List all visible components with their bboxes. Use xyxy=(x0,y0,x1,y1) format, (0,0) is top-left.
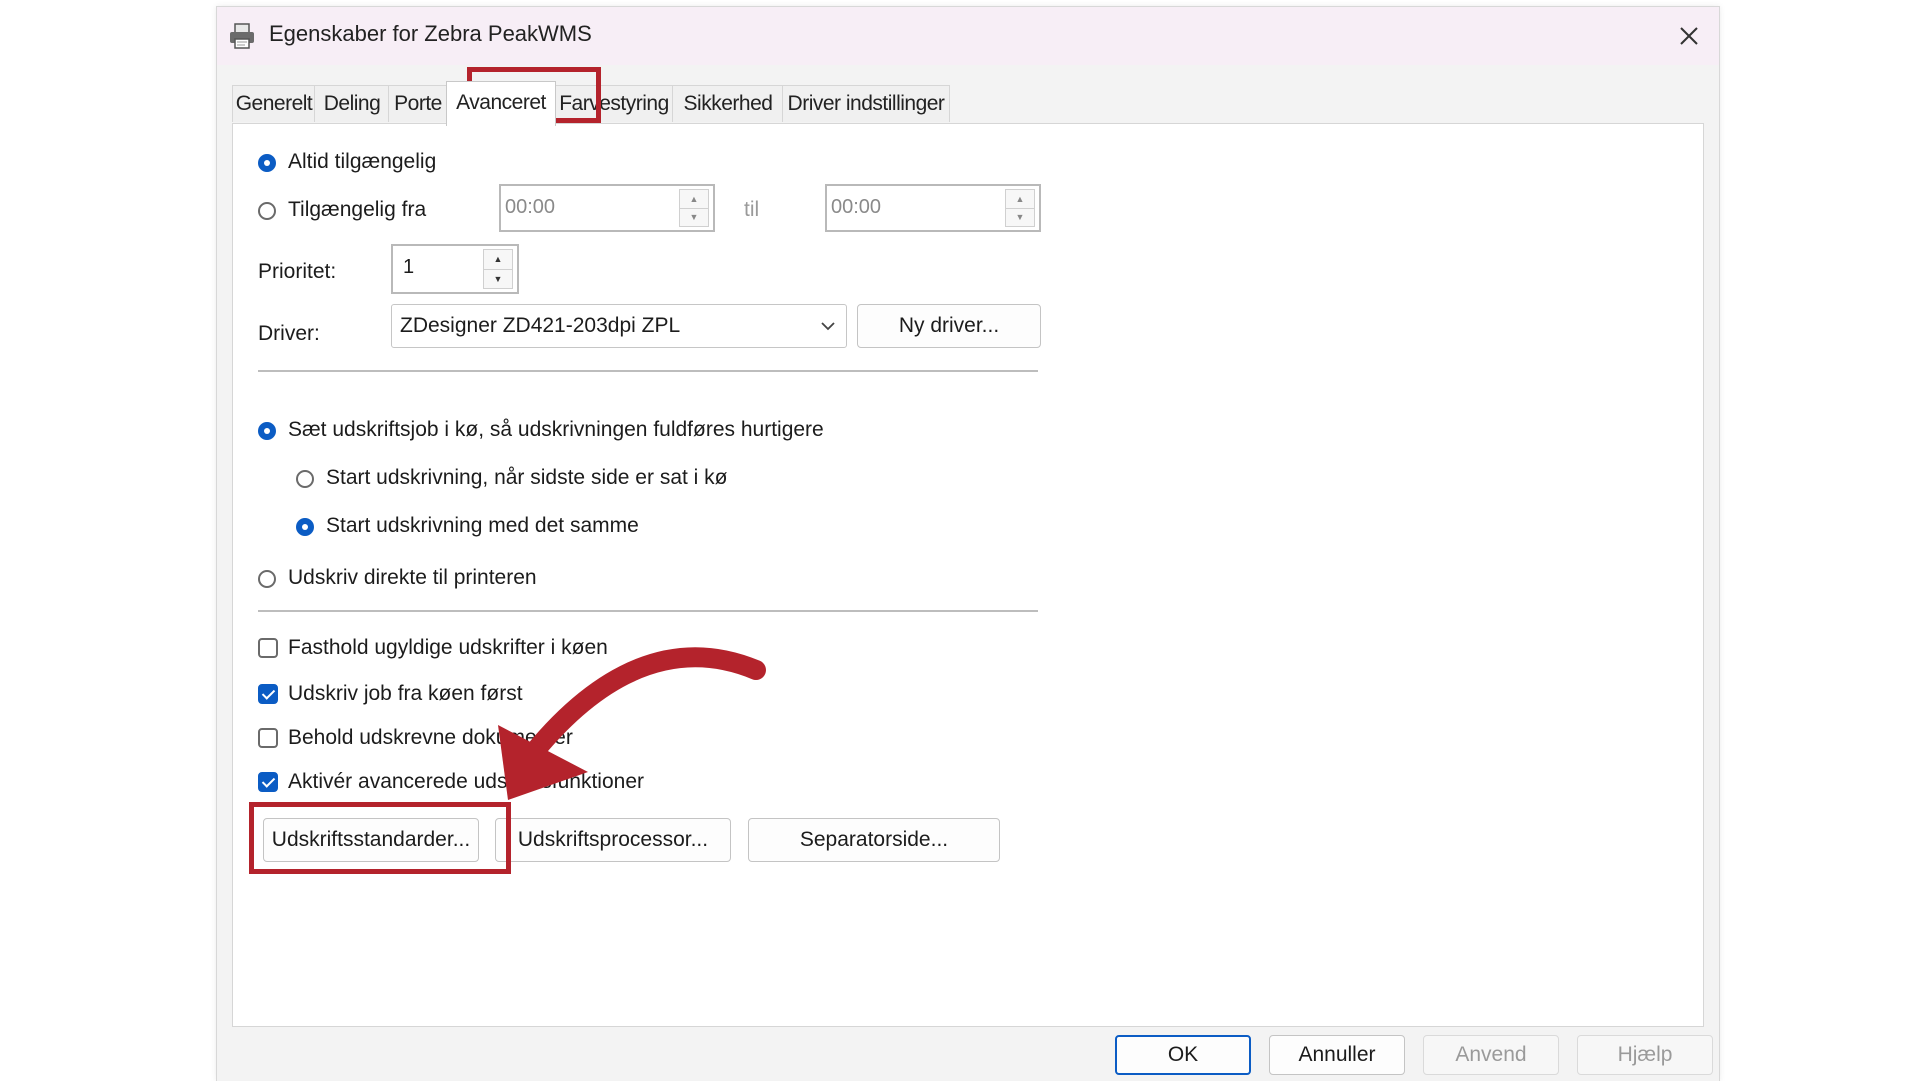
tab-avanceret[interactable]: Avanceret xyxy=(446,81,556,126)
pointer-arrow-icon xyxy=(498,647,766,800)
